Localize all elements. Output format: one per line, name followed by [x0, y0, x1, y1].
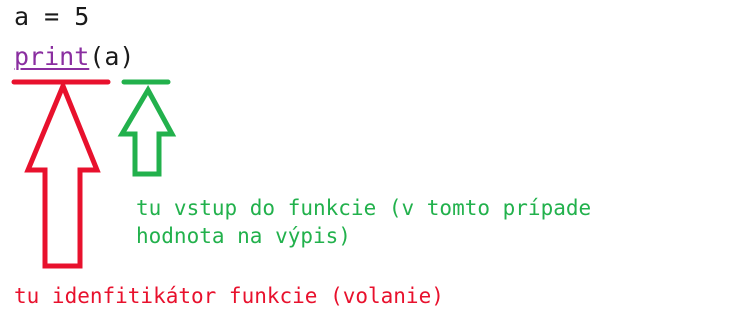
identifier-annotation: tu idenfitikátor funkcie (volanie): [14, 284, 444, 308]
input-annotation-line-1: tu vstup do funkcie (v tomto prípade: [136, 196, 592, 220]
green-up-arrow-icon: [117, 84, 177, 177]
red-up-arrow-icon: [24, 79, 101, 269]
input-annotation: tu vstup do funkcie (v tomto prípade hodn…: [136, 194, 591, 250]
code-assignment-text: a = 5: [14, 2, 90, 31]
code-line-assignment: a = 5: [14, 2, 89, 32]
code-line-print-call: print(a): [14, 42, 134, 72]
diagram-canvas: a = 5 print(a) tu vstup do funkcie (v to…: [0, 0, 735, 314]
print-identifier: print: [14, 42, 90, 71]
print-arguments: (a): [89, 42, 135, 71]
input-annotation-line-2: hodnota na výpis): [136, 224, 351, 248]
